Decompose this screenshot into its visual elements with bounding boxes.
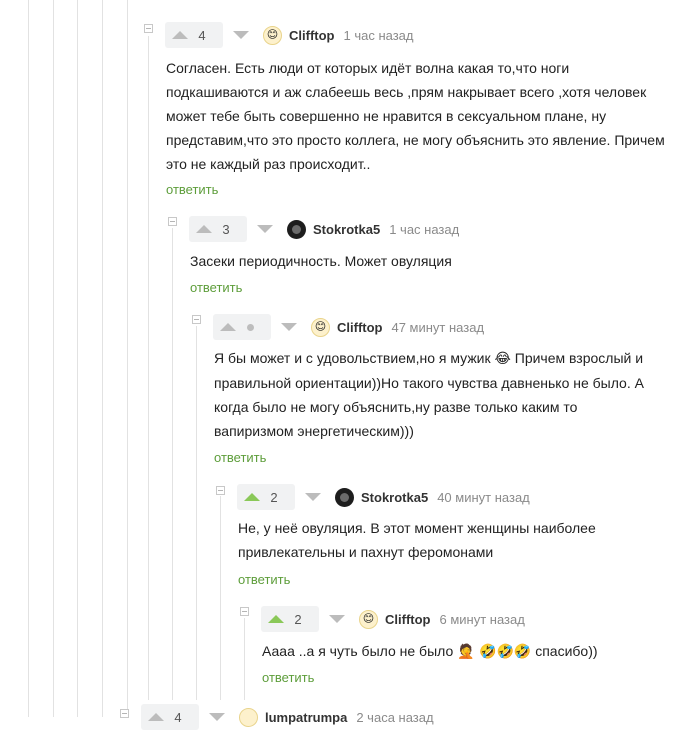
comment-time[interactable]: 40 минут назад [437,490,530,505]
arrow-down-icon[interactable] [233,31,249,39]
thread-line [220,496,221,700]
vote-box: 2 [261,606,319,632]
comment-text: Аааа ..а я чуть было не было 🤦 🤣🤣🤣 спаси… [262,639,682,664]
comment-header: 4 😊 Clifftop 1 час назад [165,21,413,49]
reply-link[interactable]: ответить [262,670,314,685]
avatar-icon[interactable] [335,487,354,507]
thread-line [77,0,78,717]
avatar-icon[interactable]: 😊 [311,317,330,337]
thread-line [196,326,197,700]
rating: 2 [294,611,302,627]
arrow-up-icon[interactable] [220,323,236,331]
arrow-down-icon[interactable] [329,615,345,623]
comment-text-part: Аааа ..а я чуть было не было [262,643,454,659]
arrow-up-icon[interactable] [172,31,188,39]
author-name[interactable]: Stokrotka5 [313,222,380,237]
arrow-down-icon[interactable] [281,323,297,331]
comment-text-part: Я бы может и с удовольствием,но я мужик [214,350,491,366]
thread-line [28,0,29,717]
comment-header: 3 Stokrotka5 1 час назад [189,215,459,243]
vote-box: 4 [141,704,199,730]
arrow-down-icon[interactable] [257,225,273,233]
author-name[interactable]: Clifftop [337,320,382,335]
comment-time[interactable]: 6 минут назад [439,612,524,627]
rating: 4 [198,27,206,43]
author-name[interactable]: lumpatrumpa [265,710,347,725]
comment-time[interactable]: 2 часа назад [356,710,433,725]
arrow-down-icon[interactable] [209,713,225,721]
avatar-icon[interactable] [239,707,258,727]
comment-header: 2 😊 Clifftop 6 минут назад [261,605,525,633]
avatar-icon[interactable]: 😊 [359,609,378,629]
vote-box: 2 [237,484,295,510]
thread-line [244,618,245,700]
comment-time[interactable]: 1 час назад [343,28,413,43]
rating: 3 [222,221,230,237]
comment-time[interactable]: 47 минут назад [391,320,484,335]
arrow-up-icon[interactable] [196,225,212,233]
rating-neutral-dot [236,323,264,331]
collapse-icon[interactable] [144,24,153,33]
thread-line [172,228,173,700]
rating: 4 [174,709,182,725]
arrow-down-icon[interactable] [305,493,321,501]
arrow-up-icon[interactable] [244,493,260,501]
reply-link[interactable]: ответить [190,280,242,295]
thread-line [102,0,103,717]
reply-link[interactable]: ответить [214,450,266,465]
vote-box: 3 [189,216,247,242]
thread-line [53,0,54,717]
collapse-icon[interactable] [240,607,249,616]
comment-text: Я бы может и с удовольствием,но я мужик … [214,346,654,443]
emoji-group-icon: 🤦 🤣🤣🤣 [457,644,532,660]
laughing-emoji-icon: 😂 [494,351,511,367]
author-name[interactable]: Stokrotka5 [361,490,428,505]
comment-time[interactable]: 1 час назад [389,222,459,237]
arrow-up-icon[interactable] [268,615,284,623]
rating: 2 [270,489,278,505]
thread-line [148,36,149,700]
avatar-icon[interactable] [287,219,306,239]
vote-box [213,314,271,340]
author-name[interactable]: Clifftop [385,612,430,627]
comment-text-part: спасибо)) [531,643,598,659]
collapse-icon[interactable] [216,486,225,495]
comment-text: Согласен. Есть люди от которых идёт волн… [166,60,665,172]
comment-text: Не, у неё овуляция. В этот момент женщин… [238,520,596,560]
collapse-icon[interactable] [192,315,201,324]
avatar-icon[interactable]: 😊 [263,25,282,45]
collapse-icon[interactable] [168,217,177,226]
comment-header: 2 Stokrotka5 40 минут назад [237,483,530,511]
comment-header: 😊 Clifftop 47 минут назад [213,313,484,341]
arrow-up-icon[interactable] [148,713,164,721]
comment-header: 4 lumpatrumpa 2 часа назад [141,703,434,731]
comment-text: Засеки периодичность. Может овуляция [190,253,452,269]
reply-link[interactable]: ответить [166,182,218,197]
vote-box: 4 [165,22,223,48]
thread-line [127,0,128,717]
reply-link[interactable]: ответить [238,572,290,587]
author-name[interactable]: Clifftop [289,28,334,43]
